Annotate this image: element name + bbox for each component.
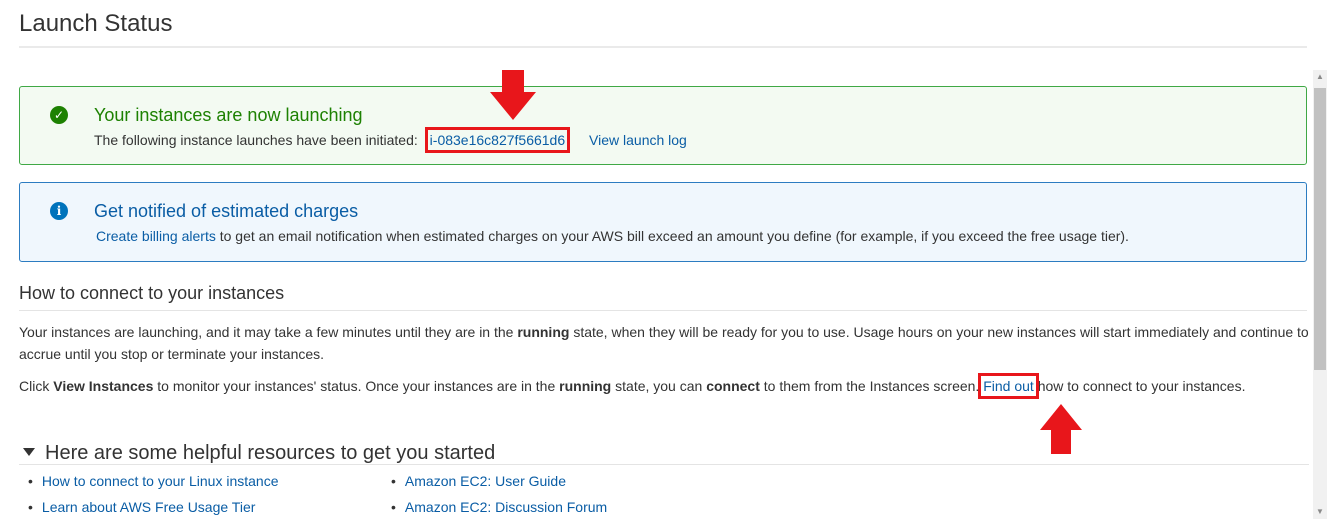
page-title: Launch Status [19,10,173,37]
p2-text-h: how to connect to your instances. [1033,378,1246,394]
p2-running: running [559,378,612,394]
resource-link[interactable]: Learn about AWS Free Usage Tier [42,499,255,515]
p1-text-a: Your instances are launching, and it may… [19,324,518,340]
resources-divider [19,464,1309,465]
resource-link[interactable]: How to connect to your Linux instance [42,473,279,489]
annotation-down-arrow-icon [490,70,536,120]
connect-heading: How to connect to your instances [19,283,285,303]
bullet-icon: • [391,499,396,515]
connect-paragraph-1: Your instances are launching, and it may… [19,321,1309,365]
bullet-icon: • [391,473,396,489]
check-circle-icon: ✓ [50,106,68,124]
instance-id-link[interactable]: i-083e16c827f5661d6 [424,127,571,153]
p1-running: running [517,324,570,340]
resources-heading: Here are some helpful resources to get y… [45,442,496,464]
section-divider [19,310,1307,311]
success-heading: Your instances are now launching [94,105,363,125]
connect-paragraph-2: Click View Instances to monitor your ins… [19,373,1309,399]
annotation-up-arrow-icon [1040,404,1082,454]
scroll-thumb[interactable] [1314,88,1326,370]
title-divider [19,46,1307,48]
p2-text-a: Click [19,378,54,394]
resource-link[interactable]: Amazon EC2: Discussion Forum [405,499,607,515]
billing-info-alert: i Get notified of estimated charges Crea… [19,182,1307,262]
info-circle-icon: i [50,202,68,220]
launch-success-alert: ✓ Your instances are now launching The f… [19,86,1307,165]
p2-view-instances: View Instances [53,378,154,394]
info-heading: Get notified of estimated charges [94,201,359,221]
resource-link[interactable]: Amazon EC2: User Guide [405,473,566,489]
resources-toggle[interactable]: Here are some helpful resources to get y… [19,440,495,466]
create-billing-alerts-link[interactable]: Create billing alerts [96,228,216,244]
list-item: • Amazon EC2: Discussion Forum [391,498,607,516]
bullet-icon: • [28,499,33,515]
info-body: Create billing alerts to get an email no… [96,227,1129,245]
bullet-icon: • [28,473,33,489]
find-out-link[interactable]: Find out [978,373,1039,399]
list-item: • Amazon EC2: User Guide [391,472,566,490]
info-body-text: to get an email notification when estima… [219,228,1129,244]
success-body: The following instance launches have bee… [94,127,687,153]
list-item: • How to connect to your Linux instance [28,472,278,490]
p2-text-c: to monitor your instances' status. Once … [153,378,560,394]
p2-text-g: to them from the Instances screen. [759,378,984,394]
p2-connect: connect [706,378,760,394]
scroll-down-arrow-icon[interactable]: ▼ [1313,505,1327,519]
p2-text-e: state, you can [611,378,707,394]
list-item: • Learn about AWS Free Usage Tier [28,498,255,516]
scroll-up-arrow-icon[interactable]: ▲ [1313,70,1327,84]
vertical-scrollbar[interactable]: ▲ ▼ [1313,70,1327,519]
view-launch-log-link[interactable]: View launch log [589,132,687,148]
success-body-text: The following instance launches have bee… [94,132,418,148]
caret-down-icon [23,448,35,457]
